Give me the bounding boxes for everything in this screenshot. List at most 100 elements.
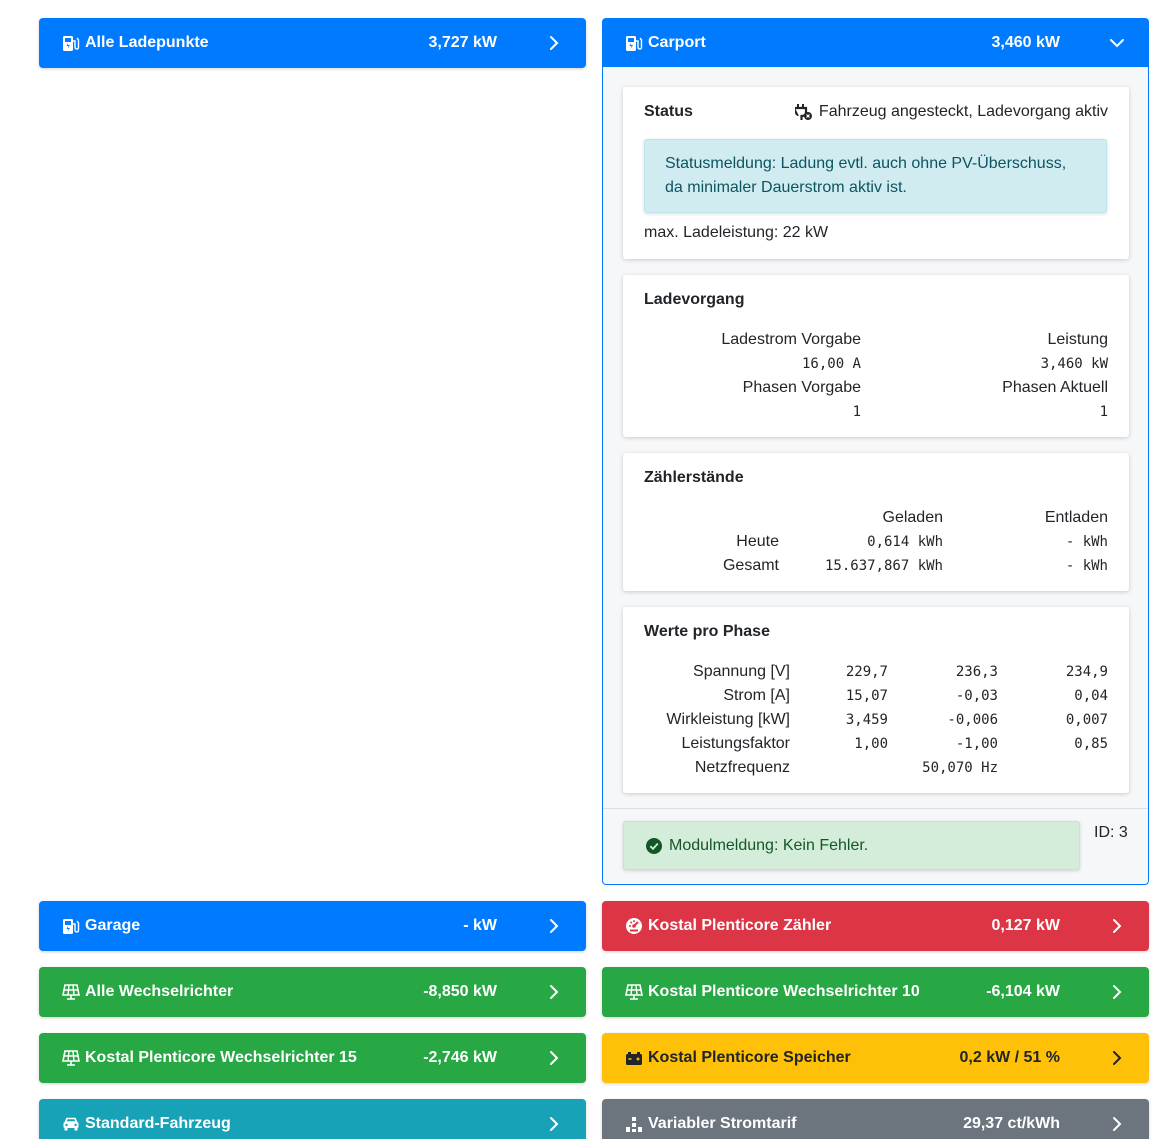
frequency-label: Netzfrequenz: [694, 759, 790, 776]
phase-value-l3: 234,9: [1065, 664, 1108, 680]
col-discharged-header: Entladen: [1044, 509, 1108, 526]
carport-title: Carport: [648, 34, 706, 51]
power-value: 3,460 kW: [1040, 356, 1108, 372]
bar-storage[interactable]: Kostal Plenticore Speicher 0,2 kW / 51 %: [602, 1033, 1149, 1083]
carport-card-body: Status Fahrzeug angesteckt, Ladevorgang …: [602, 67, 1149, 885]
bar-value: 0,2 kW / 51 %: [959, 1049, 1061, 1066]
charging-station-icon: [61, 916, 81, 936]
card-footer-divider: [603, 808, 1148, 809]
module-message-text: Modulmeldung: Kein Fehler.: [669, 836, 869, 854]
phase-value-l2: 236,3: [955, 664, 998, 680]
chevron-right-icon[interactable]: [1107, 982, 1127, 1002]
chevron-right-icon[interactable]: [544, 33, 564, 53]
solar-panel-icon: [61, 982, 81, 1002]
phase-value-l3: 0,04: [1074, 688, 1108, 704]
plug-icon: [794, 103, 812, 126]
bar-title: Kostal Plenticore Wechselrichter 15: [85, 1049, 357, 1066]
bar-value: 29,37 ct/kWh: [963, 1115, 1060, 1132]
chevron-right-icon[interactable]: [544, 1114, 564, 1134]
chevron-right-icon[interactable]: [1107, 1048, 1127, 1068]
max-power-text: max. Ladeleistung: 22 kW: [644, 224, 829, 241]
tachometer-icon: [624, 916, 644, 936]
bar-all-inverters[interactable]: Alle Wechselrichter -8,850 kW: [39, 967, 586, 1017]
phase-value-l3: 0,007: [1065, 712, 1108, 728]
bar-inverter-10[interactable]: Kostal Plenticore Wechselrichter 10 -6,1…: [602, 967, 1149, 1017]
bar-value: -8,850 kW: [423, 983, 497, 1000]
carport-bar[interactable]: Carport 3,460 kW: [602, 18, 1149, 68]
counter-row-charged: 15.637,867 kWh: [824, 558, 943, 574]
phase-value-l2: -0,03: [955, 688, 998, 704]
frequency-value: 50,070 Hz: [922, 760, 998, 776]
current-setpoint-label: Ladestrom Vorgabe: [721, 331, 861, 348]
phase-row-label: Leistungsfaktor: [681, 735, 790, 752]
module-message: Modulmeldung: Kein Fehler.: [623, 821, 1080, 870]
solar-panel-icon: [624, 982, 644, 1002]
bar-value: -2,746 kW: [423, 1049, 497, 1066]
phase-row-label: Wirkleistung [kW]: [666, 711, 790, 728]
carport-value: 3,460 kW: [991, 34, 1060, 51]
counter-row-label: Heute: [736, 533, 779, 550]
bar-value: -6,104 kW: [986, 983, 1060, 1000]
bar-title: Standard-Fahrzeug: [85, 1115, 231, 1132]
counters-heading: Zählerstände: [644, 469, 744, 486]
col-charged-header: Geladen: [882, 509, 944, 526]
phase-value-l1: 1,00: [854, 736, 888, 752]
bar-title: Kostal Plenticore Wechselrichter 10: [648, 983, 920, 1000]
all-chargepoints-bar[interactable]: Alle Ladepunkte 3,727 kW: [39, 18, 586, 68]
counter-row-label: Gesamt: [722, 557, 779, 574]
bar-title: Variabler Stromtarif: [648, 1115, 797, 1132]
bar-inverter-15[interactable]: Kostal Plenticore Wechselrichter 15 -2,7…: [39, 1033, 586, 1083]
status-panel: Status Fahrzeug angesteckt, Ladevorgang …: [623, 87, 1129, 259]
id-label: ID: 3: [1094, 824, 1128, 841]
phase-value-l1: 229,7: [845, 664, 888, 680]
phases-setpoint-value: 1: [852, 404, 861, 420]
bar-value: 0,127 kW: [991, 917, 1060, 934]
phases-actual-value: 1: [1099, 404, 1108, 420]
phase-value-l1: 15,07: [845, 688, 888, 704]
chevron-right-icon[interactable]: [544, 982, 564, 1002]
counter-row-discharged: - kWh: [1065, 558, 1108, 574]
bar-title: Garage: [85, 917, 141, 934]
phase-value-l2: -0,006: [947, 712, 998, 728]
bar-title: Alle Ladepunkte: [85, 34, 209, 51]
bar-title: Alle Wechselrichter: [85, 983, 234, 1000]
bar-tariff[interactable]: Variabler Stromtarif 29,37 ct/kWh: [602, 1099, 1149, 1139]
chevron-right-icon[interactable]: [544, 1048, 564, 1068]
solar-panel-icon: [61, 1048, 81, 1068]
charging-heading: Ladevorgang: [644, 291, 745, 308]
bar-value: 3,727 kW: [428, 34, 497, 51]
chart-steps-icon: [624, 1114, 644, 1134]
bar-garage[interactable]: Garage - kW: [39, 901, 586, 951]
car-icon: [61, 1114, 81, 1134]
phase-value-l2: -1,00: [955, 736, 998, 752]
phase-row-label: Spannung [V]: [693, 663, 790, 680]
chevron-right-icon[interactable]: [1107, 1114, 1127, 1134]
bar-title: Kostal Plenticore Speicher: [648, 1049, 851, 1066]
status-state-text: Fahrzeug angesteckt, Ladevorgang aktiv: [818, 103, 1108, 120]
phase-values-panel: Werte pro Phase Spannung [V] 229,7 236,3…: [623, 607, 1129, 793]
phase-value-l3: 0,85: [1074, 736, 1108, 752]
phases-setpoint-label: Phasen Vorgabe: [742, 379, 861, 396]
chevron-down-icon[interactable]: [1107, 33, 1127, 53]
phase-values-heading: Werte pro Phase: [644, 623, 770, 640]
counter-row-discharged: - kWh: [1065, 534, 1108, 550]
counters-panel: Zählerstände Geladen Entladen Heute 0,61…: [623, 453, 1129, 591]
charging-station-icon: [624, 33, 644, 53]
charging-station-icon: [61, 33, 81, 53]
charging-panel: Ladevorgang Ladestrom Vorgabe 16,00 A Le…: [623, 275, 1129, 437]
check-circle-icon: [646, 837, 662, 854]
current-setpoint-value: 16,00 A: [801, 356, 861, 372]
status-message: Statusmeldung: Ladung evtl. auch ohne PV…: [644, 139, 1107, 213]
counter-row-charged: 0,614 kWh: [867, 534, 943, 550]
phases-actual-label: Phasen Aktuell: [1002, 379, 1108, 396]
car-battery-icon: [624, 1048, 644, 1068]
bar-counter[interactable]: Kostal Plenticore Zähler 0,127 kW: [602, 901, 1149, 951]
phase-row-label: Strom [A]: [723, 687, 790, 704]
power-label: Leistung: [1047, 331, 1109, 348]
bar-vehicle[interactable]: Standard-Fahrzeug: [39, 1099, 586, 1139]
chevron-right-icon[interactable]: [544, 916, 564, 936]
chevron-right-icon[interactable]: [1107, 916, 1127, 936]
bar-title: Kostal Plenticore Zähler: [648, 917, 832, 934]
status-heading: Status: [644, 103, 693, 120]
phase-value-l1: 3,459: [845, 712, 888, 728]
